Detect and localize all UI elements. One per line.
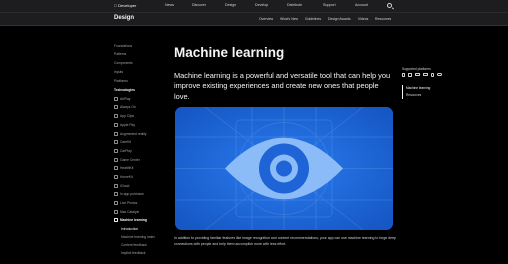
nav-item-design[interactable]: Design — [225, 3, 236, 7]
game-center-icon — [114, 158, 118, 162]
sidebar-item-homekit[interactable]: HomeKit — [120, 175, 133, 179]
sidebar-item-always-on[interactable]: Always On — [120, 105, 136, 109]
vision-icon — [437, 73, 443, 76]
sidebar-subitem-implicit-feedback[interactable]: Implicit feedback — [121, 251, 146, 255]
subnav-item-videos[interactable]: Videos — [358, 17, 368, 21]
carplay-icon — [114, 149, 118, 153]
sidebar-item-game-center[interactable]: Game Center — [120, 158, 140, 162]
hero-image — [175, 107, 393, 230]
subnav-item-whats-new[interactable]: What's New — [280, 17, 298, 21]
sidebar-item-live-photos[interactable]: Live Photos — [120, 201, 137, 205]
sidebar-item-in-app-purchase[interactable]: In-app purchase — [120, 192, 144, 196]
sidebar-item-machine-learning[interactable]: Machine learning — [120, 218, 147, 222]
sidebar-heading-technologies[interactable]: Technologies — [114, 88, 135, 92]
apple-pay-icon — [114, 123, 118, 127]
icloud-icon — [114, 184, 118, 188]
nav-item-discover[interactable]: Discover — [192, 3, 206, 7]
sidebar-item-healthkit[interactable]: HealthKit — [120, 166, 133, 170]
subnav-item-design-awards[interactable]: Design Awards — [328, 17, 351, 21]
in-app-purchase-icon — [114, 192, 118, 196]
rail-link-resources[interactable]: Resources — [406, 93, 421, 97]
on-this-page-indicator — [402, 85, 403, 99]
sidebar-item-mac-catalyst[interactable]: Mac Catalyst — [120, 210, 139, 214]
nav-item-develop[interactable]: Develop — [255, 3, 268, 7]
mac-icon — [415, 73, 420, 77]
subnav-item-guidelines[interactable]: Guidelines — [305, 17, 321, 21]
rail-link-machine-learning[interactable]: Machine learning — [406, 86, 430, 90]
supported-platforms-title: Supported platforms — [402, 67, 431, 71]
subnav-title[interactable]: Design — [114, 15, 134, 21]
apple-developer-logo[interactable]:  Developer — [114, 3, 136, 8]
carekit-icon — [114, 140, 118, 144]
nav-item-news[interactable]: News — [165, 3, 174, 7]
sidebar-item-inputs[interactable]: Inputs — [114, 70, 123, 74]
sidebar-item-apple-pay[interactable]: Apple Pay — [120, 123, 135, 127]
sidebar-subitem-introduction[interactable]: Introduction — [121, 227, 138, 231]
subnav-item-overview[interactable]: Overview — [259, 17, 273, 21]
mac-catalyst-icon — [114, 210, 118, 214]
search-icon[interactable] — [387, 3, 392, 8]
watch-icon — [431, 73, 434, 77]
sidebar-item-components[interactable]: Components — [114, 61, 133, 65]
sidebar-subitem-content-feedback[interactable]: Content feedback — [121, 243, 147, 247]
sidebar-item-app-clips[interactable]: App Clips — [120, 114, 134, 118]
healthkit-icon — [114, 166, 118, 170]
sidebar-item-foundations[interactable]: Foundations — [114, 44, 132, 48]
sidebar-item-platforms[interactable]: Platforms — [114, 79, 128, 83]
page-title: Machine learning — [174, 45, 285, 60]
always-on-icon — [114, 105, 118, 109]
nav-item-distribute[interactable]: Distribute — [287, 3, 302, 7]
sidebar-item-carplay[interactable]: CarPlay — [120, 149, 132, 153]
sidebar-item-carekit[interactable]: CareKit — [120, 140, 131, 144]
machine-learning-icon — [114, 218, 118, 222]
design-subnav: Design Overview What's New Guidelines De… — [0, 13, 508, 26]
homekit-icon — [114, 175, 118, 179]
sidebar-item-augmented-reality[interactable]: Augmented reality — [120, 132, 147, 136]
augmented-reality-icon — [114, 132, 118, 136]
platform-icons — [402, 73, 448, 78]
body-paragraph: In addition to providing familiar featur… — [174, 236, 396, 246]
nav-item-account[interactable]: Account — [355, 3, 368, 7]
app-clips-icon — [114, 114, 118, 118]
live-photos-icon — [114, 201, 118, 205]
sidebar-item-icloud[interactable]: iCloud — [120, 184, 129, 188]
iphone-icon — [402, 73, 405, 77]
lede-paragraph: Machine learning is a powerful and versa… — [174, 71, 391, 101]
ipad-icon — [408, 73, 412, 78]
sidebar-subitem-machine-learning-index[interactable]: Machine learning index — [121, 235, 155, 239]
sidebar-item-airplay[interactable]: AirPlay — [120, 97, 130, 101]
sidebar-item-patterns[interactable]: Patterns — [114, 52, 126, 56]
eye-icon — [175, 107, 393, 230]
nav-item-support[interactable]: Support — [323, 3, 336, 7]
airplay-icon — [114, 97, 118, 101]
tv-icon — [423, 73, 428, 77]
subnav-item-resources[interactable]: Resources — [375, 17, 391, 21]
global-nav:  Developer News Discover Design Develop… — [0, 0, 508, 13]
